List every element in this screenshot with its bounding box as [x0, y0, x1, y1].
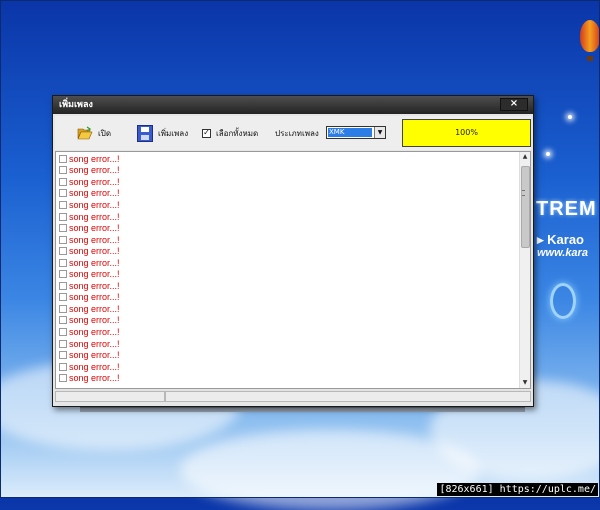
- close-button[interactable]: ×: [500, 98, 528, 111]
- list-item[interactable]: song error...!: [59, 361, 120, 373]
- list-item[interactable]: song error...!: [59, 199, 120, 211]
- list-item[interactable]: song error...!: [59, 269, 120, 281]
- folder-open-icon: [77, 126, 93, 140]
- list-item[interactable]: song error...!: [59, 257, 120, 269]
- list-item[interactable]: song error...!: [59, 303, 120, 315]
- checkbox-icon[interactable]: [59, 235, 67, 244]
- checkbox-icon[interactable]: [59, 247, 67, 256]
- song-status-text: song error...!: [69, 361, 120, 372]
- song-status-text: song error...!: [69, 338, 120, 349]
- list-item[interactable]: song error...!: [59, 372, 120, 384]
- list-item[interactable]: song error...!: [59, 326, 120, 338]
- song-status-text: song error...!: [69, 269, 120, 280]
- song-status-text: song error...!: [69, 280, 120, 291]
- song-status-text: song error...!: [69, 211, 120, 222]
- checkbox-icon[interactable]: [59, 339, 67, 348]
- checkbox-icon[interactable]: [59, 212, 67, 221]
- song-type-select[interactable]: XMK ▼: [326, 126, 386, 139]
- checkbox-checked-icon: ✓: [202, 127, 211, 138]
- list-item[interactable]: song error...!: [59, 245, 120, 257]
- song-status-text: song error...!: [69, 257, 120, 268]
- checkbox-icon[interactable]: [59, 166, 67, 175]
- song-status-text: song error...!: [69, 373, 120, 384]
- list-item[interactable]: song error...!: [59, 211, 120, 223]
- sparkle: [546, 152, 550, 156]
- song-status-text: song error...!: [69, 292, 120, 303]
- checkbox-icon[interactable]: [59, 293, 67, 302]
- checkbox-icon[interactable]: [59, 270, 67, 279]
- list-item[interactable]: song error...!: [59, 349, 120, 361]
- checkbox-icon[interactable]: [59, 258, 67, 267]
- checkbox-icon[interactable]: [59, 351, 67, 360]
- list-item[interactable]: song error...!: [59, 234, 120, 246]
- brand-subtext: ▸ Karao: [537, 232, 584, 247]
- song-status-text: song error...!: [69, 327, 120, 337]
- toolbar: เปิด เพิ่มเพลง ✓ เลือกทั้งหมด ประเภทเพลง…: [55, 116, 531, 150]
- list-item[interactable]: song error...!: [59, 188, 120, 200]
- window-title: เพิ่มเพลง: [59, 100, 93, 110]
- add-song-label: เพิ่มเพลง: [158, 128, 189, 138]
- song-list[interactable]: song error...! song error...! song error..…: [55, 151, 531, 389]
- open-label: เปิด: [98, 128, 112, 138]
- list-item[interactable]: song error...!: [59, 292, 120, 304]
- song-status-text: song error...!: [69, 199, 120, 210]
- titlebar[interactable]: เพิ่มเพลง ×: [53, 96, 533, 114]
- song-status-text: song error...!: [69, 303, 120, 314]
- song-status-text: song error...!: [69, 350, 120, 361]
- checkbox-icon[interactable]: [59, 224, 67, 233]
- window-shadow-bar: [80, 407, 525, 412]
- orb-logo-icon: [550, 283, 576, 319]
- hot-air-balloon-icon: [580, 20, 600, 52]
- watermark: [826x661] https://uplc.me/: [437, 483, 598, 496]
- list-item[interactable]: song error...!: [59, 176, 120, 188]
- song-status-text: song error...!: [69, 315, 120, 326]
- checkbox-icon[interactable]: [59, 154, 67, 163]
- list-item[interactable]: song error...!: [59, 280, 120, 292]
- open-button[interactable]: เปิด: [77, 124, 111, 142]
- checkbox-icon[interactable]: [59, 200, 67, 209]
- song-status-text: song error...!: [69, 176, 120, 187]
- list-item[interactable]: song error...!: [59, 338, 120, 350]
- brand-text: TREM: [536, 198, 597, 220]
- list-item[interactable]: song error...!: [59, 222, 120, 234]
- checkbox-icon[interactable]: [59, 304, 67, 313]
- scroll-down-icon[interactable]: ▼: [520, 378, 530, 388]
- song-status-text: song error...!: [69, 165, 120, 176]
- checkbox-icon[interactable]: [59, 189, 67, 198]
- chevron-down-icon[interactable]: ▼: [374, 127, 385, 138]
- checkbox-icon[interactable]: [59, 374, 67, 383]
- sparkle: [568, 115, 572, 119]
- checkbox-icon[interactable]: [59, 316, 67, 325]
- select-all-checkbox[interactable]: ✓ เลือกทั้งหมด: [202, 124, 258, 142]
- floppy-disk-icon: [137, 124, 153, 142]
- checkbox-icon[interactable]: [59, 281, 67, 290]
- scrollbar-thumb[interactable]: [521, 166, 530, 248]
- song-type-label: ประเภทเพลง: [275, 128, 319, 138]
- add-song-window: เพิ่มเพลง × เปิด เพิ่มเพลง ✓ เลือกทั้งหม…: [52, 95, 534, 407]
- song-status-text: song error...!: [69, 188, 120, 199]
- song-status-text: song error...!: [69, 153, 120, 164]
- balloon-basket: [587, 56, 593, 61]
- add-song-button[interactable]: เพิ่มเพลง: [137, 124, 188, 142]
- status-cell: [55, 391, 165, 402]
- list-item[interactable]: song error...!: [59, 315, 120, 327]
- status-bar: [55, 390, 531, 402]
- status-cell: [165, 391, 531, 402]
- checkbox-icon[interactable]: [59, 362, 67, 371]
- select-all-label: เลือกทั้งหมด: [216, 128, 259, 138]
- checkbox-icon[interactable]: [59, 177, 67, 186]
- brand-url: www.kara: [537, 247, 588, 259]
- checkbox-icon[interactable]: [59, 328, 67, 336]
- scroll-grip-icon: [522, 190, 525, 196]
- song-status-text: song error...!: [69, 223, 120, 234]
- vertical-scrollbar[interactable]: ▲ ▼: [519, 152, 530, 388]
- progress-indicator: 100%: [402, 119, 531, 147]
- list-item[interactable]: song error...!: [59, 153, 120, 165]
- song-status-text: song error...!: [69, 234, 120, 245]
- song-type-value: XMK: [328, 128, 372, 137]
- list-item[interactable]: song error...!: [59, 165, 120, 177]
- song-status-text: song error...!: [69, 246, 120, 257]
- scroll-up-icon[interactable]: ▲: [520, 152, 530, 162]
